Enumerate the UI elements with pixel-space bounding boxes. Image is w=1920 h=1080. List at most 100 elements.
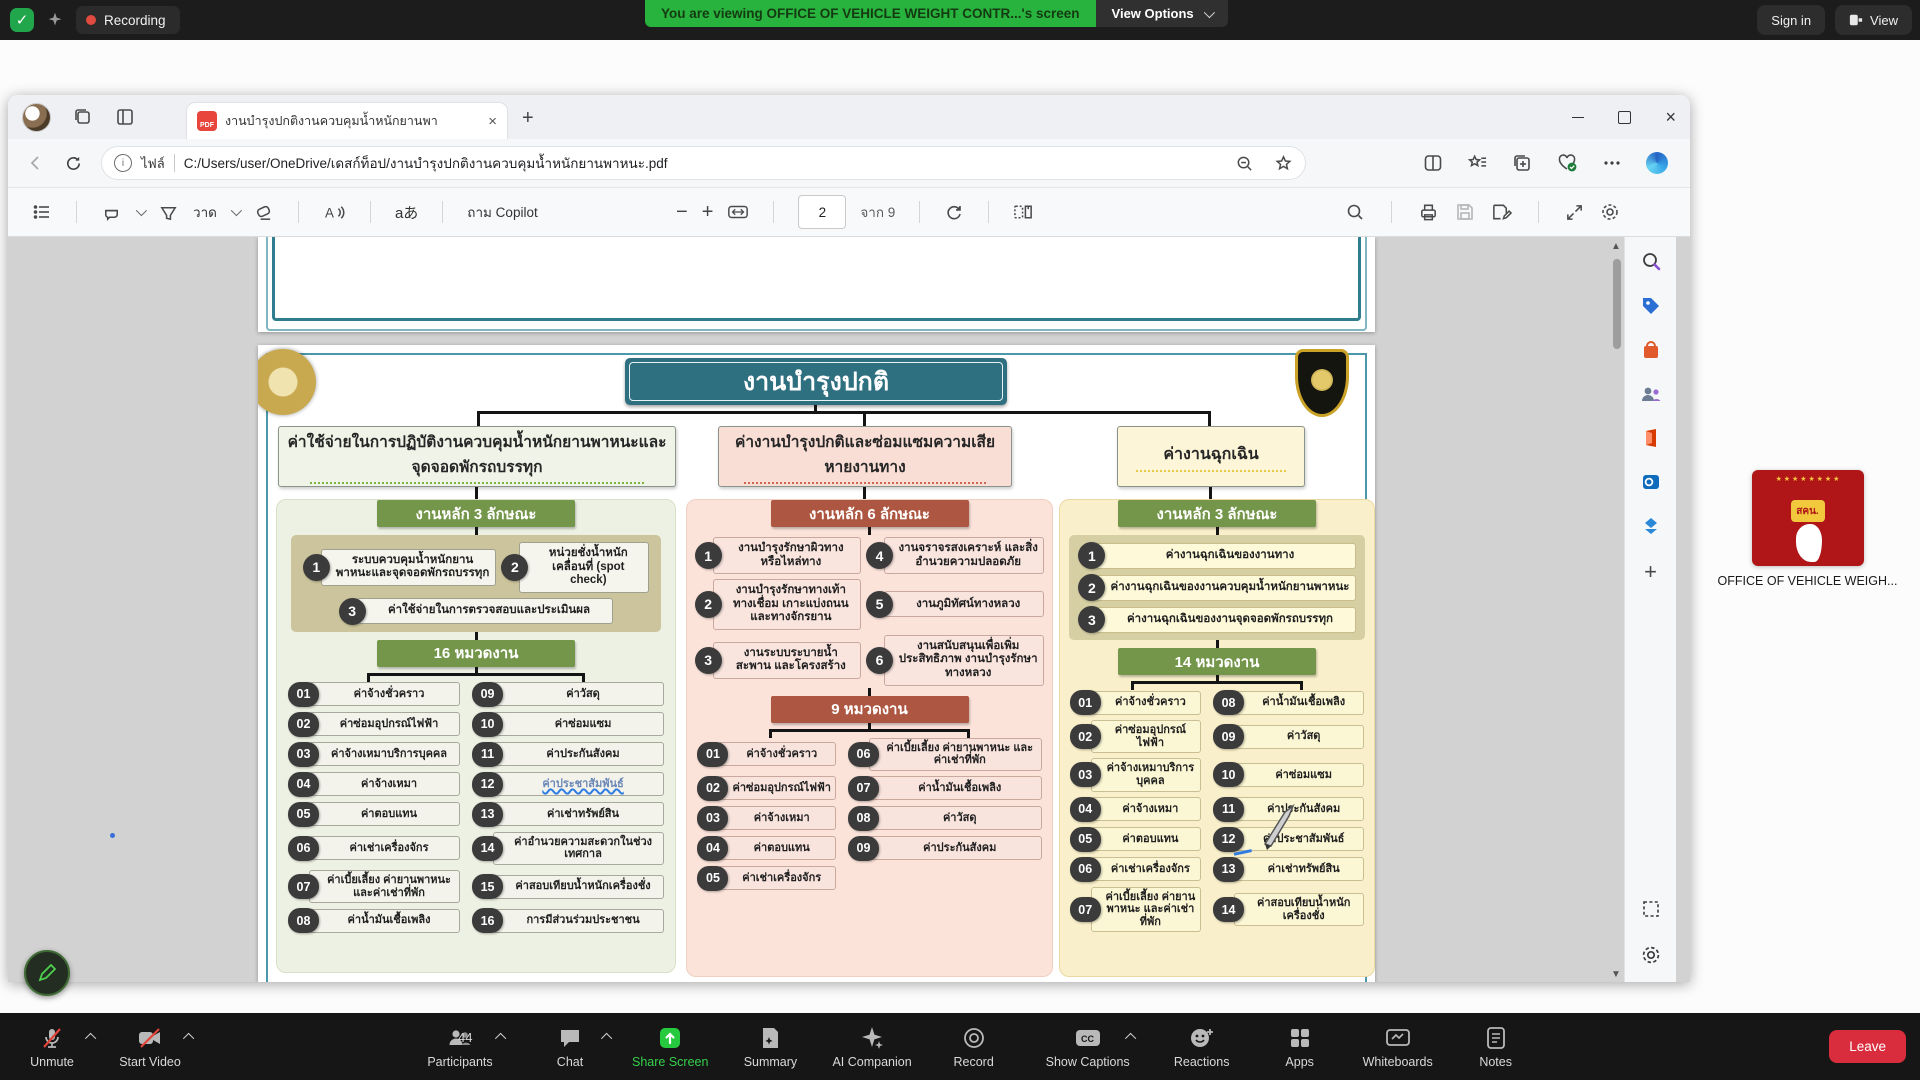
screenshot-tool-icon[interactable]: [1640, 898, 1662, 920]
participants-button[interactable]: 44 Participants: [412, 1025, 508, 1069]
chat-chevron[interactable]: [601, 1032, 612, 1043]
item-label: ค่าเบี้ยเลี้ยง ค่ายานพาหนะและค่าเช่าที่พ…: [309, 870, 460, 903]
page-number-input[interactable]: [798, 195, 846, 229]
fit-width-icon[interactable]: [727, 202, 749, 222]
zoom-in-button[interactable]: +: [702, 201, 714, 224]
item-label: ค่าตอบแทน: [718, 836, 836, 860]
sub-item: 03ค่าจ้างเหมาบริการบุคคล: [288, 742, 460, 767]
ai-companion-button[interactable]: AI Companion: [832, 1025, 911, 1069]
leave-button[interactable]: Leave: [1829, 1030, 1906, 1063]
sign-in-button[interactable]: Sign in: [1757, 5, 1825, 35]
sidebar-settings-gear-icon[interactable]: [1640, 944, 1662, 966]
browser-tab[interactable]: PDF งานบำรุงปกติงานควบคุมน้ำหนักยานพา ×: [186, 102, 508, 139]
window-restore-button[interactable]: [1618, 111, 1631, 124]
pdf-scroll-area[interactable]: งานบำรุงปกติ ค่าใช้จ่ายในการปฏิบัติงานคว…: [8, 237, 1610, 982]
sidebar-add-icon[interactable]: +: [1644, 559, 1657, 585]
draw-dropdown-icon[interactable]: [231, 205, 242, 216]
zoom-out-button[interactable]: −: [676, 201, 688, 224]
record-button[interactable]: Record: [938, 1025, 1010, 1069]
search-document-icon[interactable]: [1345, 202, 1365, 222]
profile-avatar[interactable]: [22, 103, 51, 132]
collections-icon[interactable]: [1512, 153, 1532, 173]
connector: [863, 414, 866, 426]
sidebar-search-icon[interactable]: [1640, 251, 1662, 273]
refresh-icon[interactable]: [64, 154, 83, 173]
copilot-icon[interactable]: [1646, 152, 1668, 174]
captions-chevron[interactable]: [1125, 1032, 1136, 1043]
window-close-button[interactable]: ×: [1665, 108, 1676, 126]
draw-label[interactable]: วาด: [193, 201, 217, 223]
main-item: 5งานภูมิทัศน์ทางหลวง: [866, 579, 1044, 630]
show-captions-button[interactable]: CC Show Captions: [1036, 1025, 1140, 1069]
page-count-label: จาก 9: [860, 201, 895, 223]
recording-indicator[interactable]: Recording: [76, 6, 180, 34]
item-number-badge: 6: [866, 647, 893, 674]
sidebar-people-icon[interactable]: [1639, 383, 1663, 405]
sidebar-drive-icon[interactable]: [1640, 515, 1662, 537]
participants-chevron[interactable]: [495, 1032, 506, 1043]
item-label: ค่าวัสดุ: [493, 682, 664, 706]
browser-essentials-icon[interactable]: [1556, 153, 1578, 173]
address-bar[interactable]: i ไฟล์ C:/Users/user/OneDrive/เดสก์ท็อป/…: [101, 146, 1306, 180]
sub-item: 06ค่าเบี้ยเลี้ยง ค่ายานพาหนะ และค่าเช่าท…: [848, 738, 1042, 771]
eraser-icon[interactable]: [253, 202, 274, 223]
view-options-button[interactable]: View Options: [1096, 0, 1228, 27]
page-info-icon[interactable]: i: [114, 154, 132, 172]
item-number-badge: 09: [1213, 724, 1244, 749]
unmute-options-chevron[interactable]: [85, 1032, 96, 1043]
url-text[interactable]: C:/Users/user/OneDrive/เดสก์ท็อป/งานบำรุ…: [184, 152, 1224, 174]
annotation-pen-button[interactable]: [24, 950, 70, 996]
pdf-settings-gear-icon[interactable]: [1600, 202, 1620, 222]
divider: [174, 154, 175, 172]
sidebar-shopping-icon[interactable]: [1640, 339, 1662, 361]
scroll-down-icon[interactable]: ▼: [1611, 969, 1621, 980]
tab-stacks-icon[interactable]: [73, 107, 93, 127]
translate-icon[interactable]: aあ: [395, 202, 418, 223]
vertical-tabs-icon[interactable]: [115, 107, 135, 127]
sidebar-tag-icon[interactable]: [1640, 295, 1662, 317]
new-tab-button[interactable]: +: [522, 107, 534, 130]
sparkle-icon[interactable]: [44, 9, 66, 31]
unmute-button[interactable]: Unmute: [16, 1025, 88, 1069]
video-options-chevron[interactable]: [183, 1032, 194, 1043]
highlighter-dropdown-icon[interactable]: [136, 205, 147, 216]
share-screen-button[interactable]: Share Screen: [632, 1025, 708, 1069]
pdf-scrollbar[interactable]: ▲ ▼: [1610, 237, 1624, 982]
notes-button[interactable]: Notes: [1460, 1025, 1532, 1069]
draw-pen-icon[interactable]: [158, 202, 179, 223]
zoom-out-icon[interactable]: [1235, 154, 1254, 173]
whiteboards-button[interactable]: Whiteboards: [1362, 1025, 1434, 1069]
print-icon[interactable]: [1418, 202, 1439, 222]
favorites-list-icon[interactable]: [1467, 153, 1488, 173]
item-label: งานภูมิทัศน์ทางหลวง: [884, 591, 1044, 617]
sidebar-microsoft365-icon[interactable]: [1640, 427, 1662, 449]
summary-button[interactable]: Summary: [734, 1025, 806, 1069]
back-icon[interactable]: [26, 153, 46, 173]
chat-button[interactable]: Chat: [534, 1025, 606, 1069]
window-minimize-button[interactable]: [1572, 117, 1584, 118]
item-label: ค่าน้ำมันเชื้อเพลิง: [1234, 691, 1364, 715]
contents-icon[interactable]: [32, 202, 52, 222]
split-screen-icon[interactable]: [1423, 153, 1443, 173]
save-as-icon[interactable]: [1491, 202, 1512, 222]
expand-icon[interactable]: [1565, 203, 1584, 222]
scroll-up-icon[interactable]: ▲: [1611, 241, 1621, 252]
ask-copilot-button[interactable]: ถาม Copilot: [467, 201, 537, 223]
rotate-icon[interactable]: [944, 202, 964, 222]
favorite-star-icon[interactable]: [1274, 154, 1293, 173]
scrollbar-thumb[interactable]: [1613, 259, 1621, 349]
start-video-button[interactable]: Start Video: [114, 1025, 186, 1069]
sub-item: 06ค่าเช่าเครื่องจักร: [288, 832, 460, 865]
security-shield-icon[interactable]: ✓: [10, 8, 34, 32]
read-aloud-icon[interactable]: A: [323, 202, 346, 223]
highlighter-icon[interactable]: [101, 202, 122, 223]
item-number-badge: 13: [472, 802, 503, 827]
page-view-icon[interactable]: [1013, 202, 1034, 222]
view-button[interactable]: View: [1835, 5, 1912, 35]
captions-icon: CC: [1074, 1026, 1102, 1050]
apps-button[interactable]: Apps: [1264, 1025, 1336, 1069]
sidebar-outlook-icon[interactable]: [1640, 471, 1662, 493]
tab-close-icon[interactable]: ×: [488, 113, 497, 130]
settings-menu-icon[interactable]: [1602, 153, 1622, 173]
reactions-button[interactable]: Reactions: [1166, 1025, 1238, 1069]
